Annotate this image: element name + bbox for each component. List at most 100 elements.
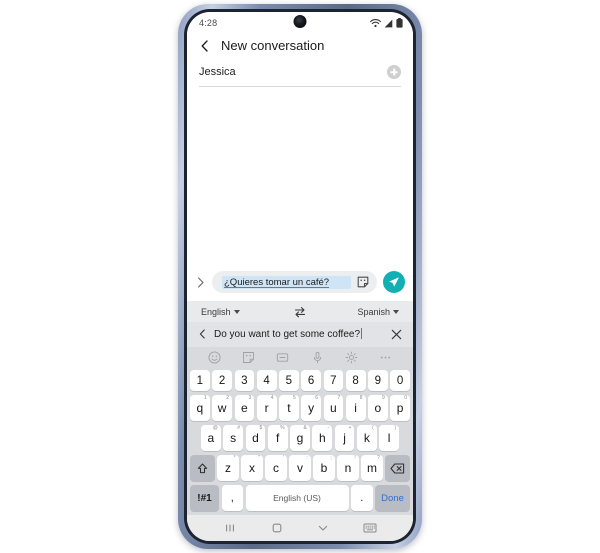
key-hint: ;	[330, 455, 332, 461]
period-key[interactable]: .	[351, 485, 373, 511]
key-j[interactable]: + j	[334, 425, 355, 451]
key-label: 0	[396, 374, 404, 387]
target-language-label: Spanish	[357, 307, 390, 317]
send-button[interactable]	[383, 271, 405, 293]
sticker-icon[interactable]	[242, 351, 255, 364]
key-8[interactable]: 8	[345, 370, 366, 391]
message-input-text[interactable]: ¿Quieres tomar un café?	[222, 275, 351, 289]
key-4[interactable]: 4	[256, 370, 277, 391]
home-square-icon[interactable]	[270, 521, 284, 535]
key-hint: "	[257, 455, 260, 461]
settings-gear-icon[interactable]	[345, 351, 358, 364]
key-hint: 4	[270, 395, 274, 401]
recipient-name[interactable]: Jessica	[199, 66, 387, 78]
key-h[interactable]: -h	[312, 425, 333, 451]
key-label: c	[273, 461, 279, 475]
key-9[interactable]: 9	[368, 370, 388, 391]
key-hint: 9	[381, 395, 385, 401]
key-r[interactable]: 4r	[256, 395, 277, 421]
hide-keyboard-chevron-down-icon[interactable]	[316, 521, 330, 535]
symbols-key[interactable]: !#1	[190, 485, 219, 511]
key-z[interactable]: * z	[217, 455, 239, 481]
key-x[interactable]: " x	[241, 455, 263, 481]
key-label: k	[363, 431, 370, 445]
key-hint: *	[233, 455, 236, 461]
key-w[interactable]: 2w	[212, 395, 232, 421]
add-recipient-button[interactable]	[387, 65, 401, 79]
phone-screen: 4:28 New conversation Jessica ¿Quieres t…	[187, 12, 413, 541]
key-1[interactable]: 1	[190, 370, 210, 391]
key-c[interactable]: ' c	[265, 455, 287, 481]
sticker-icon[interactable]	[357, 276, 369, 288]
battery-icon	[396, 18, 403, 28]
on-screen-keyboard: 1234567890 1q2w3e4r5t6y7u8i9o0p @ a # s $ d% f…	[187, 347, 413, 515]
phone-bezel: 4:28 New conversation Jessica ¿Quieres t…	[184, 9, 416, 544]
key-n[interactable]: ! n	[337, 455, 359, 481]
close-x-icon[interactable]	[391, 329, 402, 340]
microphone-icon[interactable]	[311, 351, 324, 364]
recents-icon[interactable]	[223, 521, 237, 535]
key-s[interactable]: # s	[223, 425, 244, 451]
keyboard-switch-icon[interactable]	[363, 522, 377, 534]
key-m[interactable]: ? m	[361, 455, 383, 481]
key-y[interactable]: 6y	[301, 395, 321, 421]
source-language-dropdown[interactable]: English	[201, 307, 240, 317]
key-label: h	[318, 431, 326, 445]
expand-attachments-chevron-icon[interactable]	[195, 276, 206, 288]
done-key[interactable]: Done	[375, 485, 410, 511]
key-f[interactable]: % f	[267, 425, 288, 451]
key-5[interactable]: 5	[279, 370, 299, 391]
key-b[interactable]: ; b	[313, 455, 335, 481]
key-6[interactable]: 6	[301, 370, 321, 391]
message-input-field[interactable]: ¿Quieres tomar un café?	[212, 271, 377, 293]
space-key[interactable]: English (US)	[245, 485, 349, 511]
key-i[interactable]: 8i	[345, 395, 366, 421]
key-label: 4	[263, 374, 270, 387]
key-g[interactable]: & g	[290, 425, 310, 451]
key-a[interactable]: @ a	[200, 425, 221, 451]
key-e[interactable]: 3e	[234, 395, 255, 421]
key-2[interactable]: 2	[212, 370, 232, 391]
emoji-icon[interactable]	[208, 351, 221, 364]
more-options-icon[interactable]	[379, 351, 392, 364]
key-t[interactable]: 5t	[279, 395, 299, 421]
key-q[interactable]: 1q	[190, 395, 210, 421]
translation-back-chevron-icon[interactable]	[198, 329, 207, 339]
keyboard-row-zxcv: * z " x ' c: v; b! n? m	[187, 453, 413, 483]
key-hint: ?	[376, 455, 380, 461]
key-hint: 3	[248, 395, 252, 401]
key-label: y	[308, 401, 315, 415]
shift-key[interactable]	[190, 455, 215, 481]
key-hint: 1	[203, 395, 207, 401]
recipient-field-row[interactable]: Jessica	[199, 63, 401, 87]
key-label: e	[241, 401, 248, 415]
key-label: z	[225, 461, 231, 475]
chevron-down-icon	[233, 310, 240, 314]
key-7[interactable]: 7	[323, 370, 344, 391]
key-v[interactable]: :v	[289, 455, 311, 481]
back-chevron-icon[interactable]	[199, 39, 211, 52]
comma-key[interactable]: ,	[221, 485, 243, 511]
system-navigation-bar	[187, 515, 413, 541]
key-3[interactable]: 3	[234, 370, 255, 391]
wifi-icon	[370, 18, 381, 27]
keyboard-row-qwerty: 1q2w3e4r5t6y7u8i9o0p	[187, 393, 413, 423]
swap-languages-icon[interactable]	[293, 305, 307, 319]
translation-source-text[interactable]: Do you want to get some coffee?	[214, 328, 384, 340]
key-0[interactable]: 0	[390, 370, 410, 391]
key-label: 5	[285, 374, 293, 387]
key-u[interactable]: 7u	[323, 395, 344, 421]
key-label: m	[367, 461, 377, 475]
translation-source-text-value: Do you want to get some coffee?	[214, 329, 361, 340]
key-hint: !	[354, 455, 356, 461]
key-p[interactable]: 0p	[390, 395, 410, 421]
key-k[interactable]: (k	[356, 425, 377, 451]
gif-icon[interactable]	[276, 351, 289, 364]
key-hint: #	[237, 425, 241, 431]
keyboard-row-asdf: @ a # s $ d% f & g - h + j(k) l	[187, 423, 413, 453]
key-l[interactable]: ) l	[379, 425, 400, 451]
key-d[interactable]: $ d	[245, 425, 266, 451]
key-o[interactable]: 9o	[368, 395, 388, 421]
backspace-key[interactable]	[385, 455, 410, 481]
target-language-dropdown[interactable]: Spanish	[357, 307, 399, 317]
